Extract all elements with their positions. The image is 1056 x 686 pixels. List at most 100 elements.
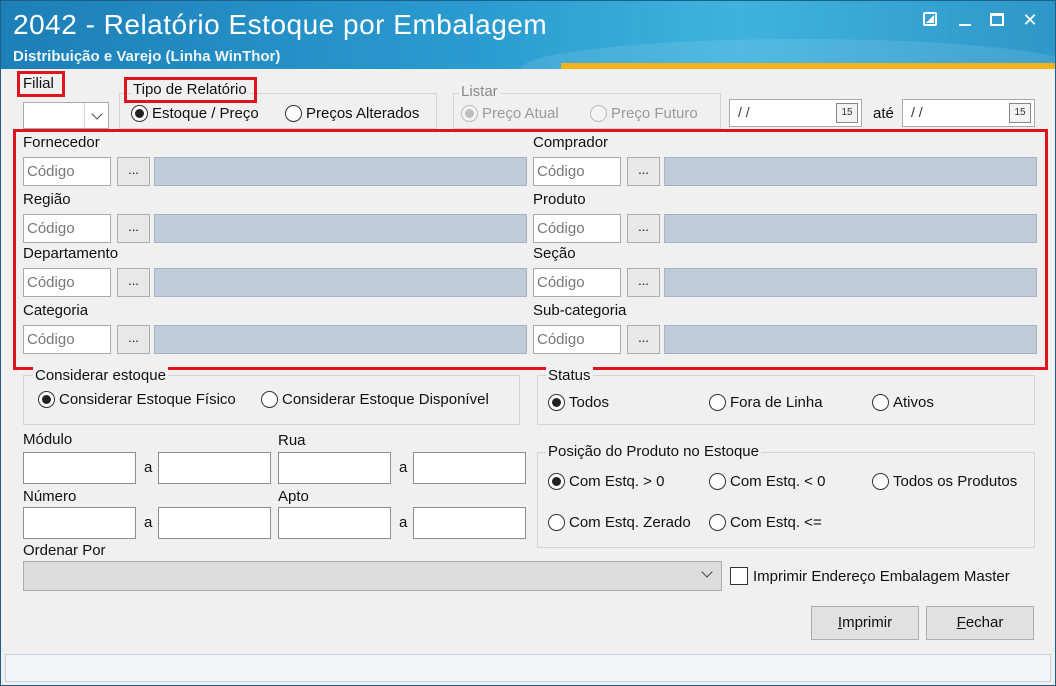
- produto-lookup-button[interactable]: ...: [627, 214, 660, 243]
- radio-estoque-disponivel[interactable]: Considerar Estoque Disponível: [261, 391, 489, 408]
- radio-indicator: [872, 394, 889, 411]
- date-to-field[interactable]: / / 15: [902, 99, 1035, 127]
- radio-com-estq-menor-zero[interactable]: Com Estq. < 0: [709, 473, 825, 490]
- regiao-lookup-button[interactable]: ...: [117, 214, 150, 243]
- listar-label: Listar: [459, 83, 500, 100]
- rua-range-separator: a: [399, 459, 408, 476]
- radio-com-estq-menor-igual[interactable]: Com Estq. <=: [709, 514, 822, 531]
- radio-estoque-fisico[interactable]: Considerar Estoque Físico: [38, 391, 236, 408]
- radio-status-ativos[interactable]: Ativos: [872, 394, 934, 411]
- radio-preco-atual[interactable]: Preço Atual: [461, 105, 559, 122]
- departamento-lookup-button[interactable]: ...: [117, 268, 150, 297]
- comprador-code-input[interactable]: Código: [533, 157, 621, 186]
- apto-from-input[interactable]: [278, 507, 391, 539]
- produto-label: Produto: [533, 191, 586, 208]
- numero-label: Número: [23, 488, 77, 505]
- fornecedor-description: [154, 157, 527, 186]
- imprimir-button[interactable]: Imprimir: [811, 606, 919, 640]
- radio-indicator: [261, 391, 278, 408]
- subcategoria-lookup-button[interactable]: ...: [627, 325, 660, 354]
- minimize-button[interactable]: [954, 9, 976, 31]
- radio-preco-atual-label: Preço Atual: [482, 105, 559, 122]
- title-bar-accent-band: [561, 63, 1055, 69]
- maximize-button[interactable]: [986, 9, 1008, 31]
- considerar-estoque-label: Considerar estoque: [33, 367, 168, 384]
- radio-indicator: [709, 394, 726, 411]
- radio-estoque-preco-label: Estoque / Preço: [152, 105, 259, 122]
- calendar-icon[interactable]: 15: [836, 103, 858, 123]
- rua-from-input[interactable]: [278, 452, 391, 484]
- radio-com-estq-maior-zero[interactable]: Com Estq. > 0: [548, 473, 664, 490]
- produto-description: [664, 214, 1037, 243]
- radio-indicator: [872, 473, 889, 490]
- chevron-down-icon: [701, 566, 713, 578]
- radio-indicator: [548, 473, 565, 490]
- categoria-description: [154, 325, 527, 354]
- categoria-code-input[interactable]: Código: [23, 325, 111, 354]
- ordenar-por-select[interactable]: [23, 561, 722, 591]
- minimize-icon: [959, 24, 971, 26]
- radio-todos-os-produtos-label: Todos os Produtos: [893, 473, 1018, 490]
- tipo-relatorio-label: Tipo de Relatório: [131, 81, 249, 98]
- close-icon: ✕: [1022, 10, 1038, 30]
- produto-code-input[interactable]: Código: [533, 214, 621, 243]
- filial-label: Filial: [23, 75, 54, 92]
- radio-estoque-disponivel-label: Considerar Estoque Disponível: [282, 391, 489, 408]
- posicao-estoque-group: [537, 452, 1035, 548]
- radio-status-todos-label: Todos: [569, 394, 610, 411]
- rua-to-input[interactable]: [413, 452, 526, 484]
- radio-preco-futuro[interactable]: Preço Futuro: [590, 105, 698, 122]
- radio-indicator: [285, 105, 302, 122]
- fornecedor-label: Fornecedor: [23, 134, 100, 151]
- close-button[interactable]: ✕: [1019, 9, 1041, 31]
- radio-precos-alterados-label: Preços Alterados: [306, 105, 420, 122]
- apto-label: Apto: [278, 488, 309, 505]
- apto-range-separator: a: [399, 514, 408, 531]
- categoria-lookup-button[interactable]: ...: [117, 325, 150, 354]
- restore-layout-icon: [923, 12, 937, 26]
- modulo-to-input[interactable]: [158, 452, 271, 484]
- filial-select[interactable]: [23, 102, 109, 129]
- regiao-label: Região: [23, 191, 71, 208]
- fechar-button-label: echar: [965, 614, 1004, 631]
- status-label: Status: [546, 367, 593, 384]
- fornecedor-code-input[interactable]: Código: [23, 157, 111, 186]
- secao-lookup-button[interactable]: ...: [627, 268, 660, 297]
- subcategoria-description: [664, 325, 1037, 354]
- date-from-field[interactable]: / / 15: [729, 99, 862, 127]
- radio-com-estq-zerado[interactable]: Com Estq. Zerado: [548, 514, 691, 531]
- window-subtitle: Distribuição e Varejo (Linha WinThor): [13, 48, 281, 65]
- secao-code-input[interactable]: Código: [533, 268, 621, 297]
- filial-dropdown-arrow[interactable]: [84, 103, 108, 128]
- maximize-icon: [990, 13, 1004, 26]
- title-bar: 2042 - Relatório Estoque por Embalagem D…: [1, 1, 1055, 69]
- radio-todos-os-produtos[interactable]: Todos os Produtos: [872, 473, 1017, 490]
- radio-indicator: [590, 105, 607, 122]
- imprimir-endereco-checkbox[interactable]: [730, 567, 748, 585]
- fechar-button[interactable]: Fechar: [926, 606, 1034, 640]
- radio-com-estq-menor-zero-label: Com Estq. < 0: [730, 473, 826, 490]
- radio-estoque-preco[interactable]: Estoque / Preço: [131, 105, 259, 122]
- subcategoria-code-input[interactable]: Código: [533, 325, 621, 354]
- radio-status-todos[interactable]: Todos: [548, 394, 609, 411]
- numero-from-input[interactable]: [23, 507, 136, 539]
- restore-layout-button[interactable]: [919, 9, 941, 31]
- radio-estoque-fisico-label: Considerar Estoque Físico: [59, 391, 236, 408]
- calendar-icon[interactable]: 15: [1009, 103, 1031, 123]
- radio-status-fora-de-linha[interactable]: Fora de Linha: [709, 394, 823, 411]
- modulo-from-input[interactable]: [23, 452, 136, 484]
- radio-status-ativos-label: Ativos: [893, 394, 934, 411]
- apto-to-input[interactable]: [413, 507, 526, 539]
- radio-com-estq-menor-igual-label: Com Estq. <=: [730, 514, 822, 531]
- fornecedor-lookup-button[interactable]: ...: [117, 157, 150, 186]
- window-title: 2042 - Relatório Estoque por Embalagem: [13, 9, 548, 40]
- departamento-code-input[interactable]: Código: [23, 268, 111, 297]
- secao-label: Seção: [533, 245, 576, 262]
- comprador-lookup-button[interactable]: ...: [627, 157, 660, 186]
- regiao-code-input[interactable]: Código: [23, 214, 111, 243]
- numero-to-input[interactable]: [158, 507, 271, 539]
- chevron-down-icon: [90, 107, 103, 120]
- imprimir-button-label: mprimir: [842, 614, 893, 631]
- modulo-range-separator: a: [144, 459, 153, 476]
- radio-precos-alterados[interactable]: Preços Alterados: [285, 105, 419, 122]
